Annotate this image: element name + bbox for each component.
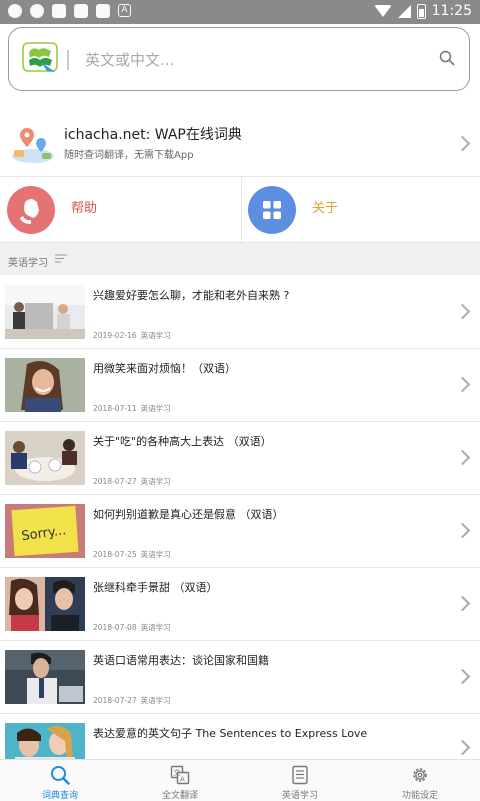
article-meta: 2018-07-27 英语学习 — [93, 476, 171, 487]
search-icon — [51, 766, 70, 785]
file-icon — [74, 4, 88, 18]
banner-subtitle: 随时查词翻译，无需下载App — [64, 150, 194, 161]
article-meta: 2018-07-08 英语学习 — [93, 622, 171, 633]
browser-icon — [30, 4, 44, 18]
help-icon — [7, 186, 55, 234]
article-category: 英语学习 — [140, 550, 171, 559]
signal-icon — [397, 4, 411, 18]
search-bar[interactable] — [8, 27, 470, 91]
font-icon: A — [118, 4, 131, 17]
list-item[interactable]: 关于"吃"的各种高大上表达 （双语） 2018-07-27 英语学习 — [0, 422, 480, 495]
system-indicators: 11:25 — [373, 3, 472, 19]
article-date: 2019-02-16 — [93, 331, 137, 340]
about-label: 关于 — [312, 201, 339, 216]
article-category: 英语学习 — [140, 623, 171, 632]
section-title: 英语学习 — [8, 258, 48, 269]
shield-icon — [8, 4, 22, 18]
quick-links: 帮助 关于 — [0, 177, 480, 243]
tab-label: 词典查询 — [41, 791, 78, 801]
chevron-right-icon — [454, 595, 471, 612]
article-thumbnail: Sorry... — [5, 504, 85, 558]
translate-icon: 文 A — [170, 765, 190, 785]
article-title: 用微笑来面对烦恼！（双语） — [93, 362, 236, 375]
article-title: 张继科牵手景甜 （双语） — [93, 581, 218, 594]
article-title: 如何判别道歉是真心还是假意 （双语） — [93, 508, 284, 521]
article-date: 2018-07-25 — [93, 550, 137, 559]
article-thumbnail — [5, 358, 85, 412]
article-category: 英语学习 — [140, 404, 171, 413]
chevron-right-icon — [454, 522, 471, 539]
location-map-icon — [12, 128, 54, 163]
bottom-tab-bar: 词典查询 文 A 全文翻译 英语学习 功能设定 — [0, 759, 480, 801]
article-date: 2018-07-27 — [93, 696, 137, 705]
sort-icon[interactable] — [55, 254, 67, 263]
file-icon — [96, 4, 110, 18]
gear-icon — [413, 768, 427, 782]
help-label: 帮助 — [71, 201, 98, 216]
chevron-right-icon — [454, 303, 471, 320]
battery-icon — [416, 3, 426, 19]
article-title: 英语口语常用表达：谈论国家和国籍 — [93, 654, 269, 667]
article-category: 英语学习 — [140, 477, 171, 486]
chevron-right-icon — [454, 135, 471, 152]
banner-title: ichacha.net: WAP在线词典 — [64, 127, 242, 143]
chevron-right-icon — [454, 668, 471, 685]
list-item[interactable]: 兴趣爱好要怎么聊，才能和老外自来熟 ? 2019-02-16 英语学习 — [0, 276, 480, 349]
tab-label: 功能设定 — [401, 791, 438, 801]
search-icon[interactable] — [439, 50, 455, 66]
wap-dictionary-banner[interactable]: ichacha.net: WAP在线词典 随时查词翻译，无需下载App — [0, 110, 480, 177]
article-date: 2018-07-08 — [93, 623, 137, 632]
svg-text:A: A — [180, 776, 185, 784]
status-time: 11:25 — [431, 3, 472, 19]
article-category: 英语学习 — [140, 696, 171, 705]
article-date: 2018-07-27 — [93, 477, 137, 486]
article-meta: 2018-07-11 英语学习 — [93, 403, 171, 414]
article-title: 兴趣爱好要怎么聊，才能和老外自来熟 ? — [93, 289, 290, 302]
tab-dictionary[interactable]: 词典查询 — [0, 760, 120, 801]
list-item[interactable]: 张继科牵手景甜 （双语） 2018-07-08 英语学习 — [0, 568, 480, 641]
tab-label: 英语学习 — [281, 791, 318, 801]
app-logo-icon[interactable] — [21, 40, 59, 74]
article-thumbnail — [5, 285, 85, 339]
article-thumbnail — [5, 650, 85, 704]
article-title: 表达爱意的英文句子 The Sentences to Express Love — [93, 727, 368, 740]
help-link[interactable]: 帮助 — [0, 177, 240, 242]
list-item[interactable]: 英语口语常用表达：谈论国家和国籍 2018-07-27 英语学习 — [0, 641, 480, 714]
article-meta: 2019-02-16 英语学习 — [93, 330, 171, 341]
tab-english-learning[interactable]: 英语学习 — [240, 760, 360, 801]
article-meta: 2018-07-27 英语学习 — [93, 695, 171, 706]
search-divider — [67, 50, 69, 70]
article-date: 2018-07-11 — [93, 404, 137, 413]
list-item[interactable]: 用微笑来面对烦恼！（双语） 2018-07-11 英语学习 — [0, 349, 480, 422]
tab-label: 全文翻译 — [161, 791, 198, 801]
list-item[interactable]: Sorry... 如何判别道歉是真心还是假意 （双语） 2018-07-25 英语… — [0, 495, 480, 568]
chevron-right-icon — [454, 376, 471, 393]
about-link[interactable]: 关于 — [241, 177, 480, 242]
wifi-icon — [373, 5, 392, 17]
chevron-right-icon — [454, 739, 471, 756]
search-input[interactable] — [83, 46, 417, 74]
section-header: 英语学习 — [0, 243, 480, 275]
grid-icon — [248, 186, 296, 234]
article-thumbnail — [5, 577, 85, 631]
article-meta: 2018-07-25 英语学习 — [93, 549, 171, 560]
article-category: 英语学习 — [140, 331, 171, 340]
image-icon — [52, 4, 66, 18]
tab-settings[interactable]: 功能设定 — [360, 760, 480, 801]
notification-icons: A — [8, 4, 131, 18]
chevron-right-icon — [454, 449, 471, 466]
article-thumbnail — [5, 431, 85, 485]
status-bar: A 11:25 — [0, 0, 480, 24]
book-icon — [292, 765, 308, 785]
article-title: 关于"吃"的各种高大上表达 （双语） — [93, 435, 272, 448]
tab-translate[interactable]: 文 A 全文翻译 — [120, 760, 240, 801]
